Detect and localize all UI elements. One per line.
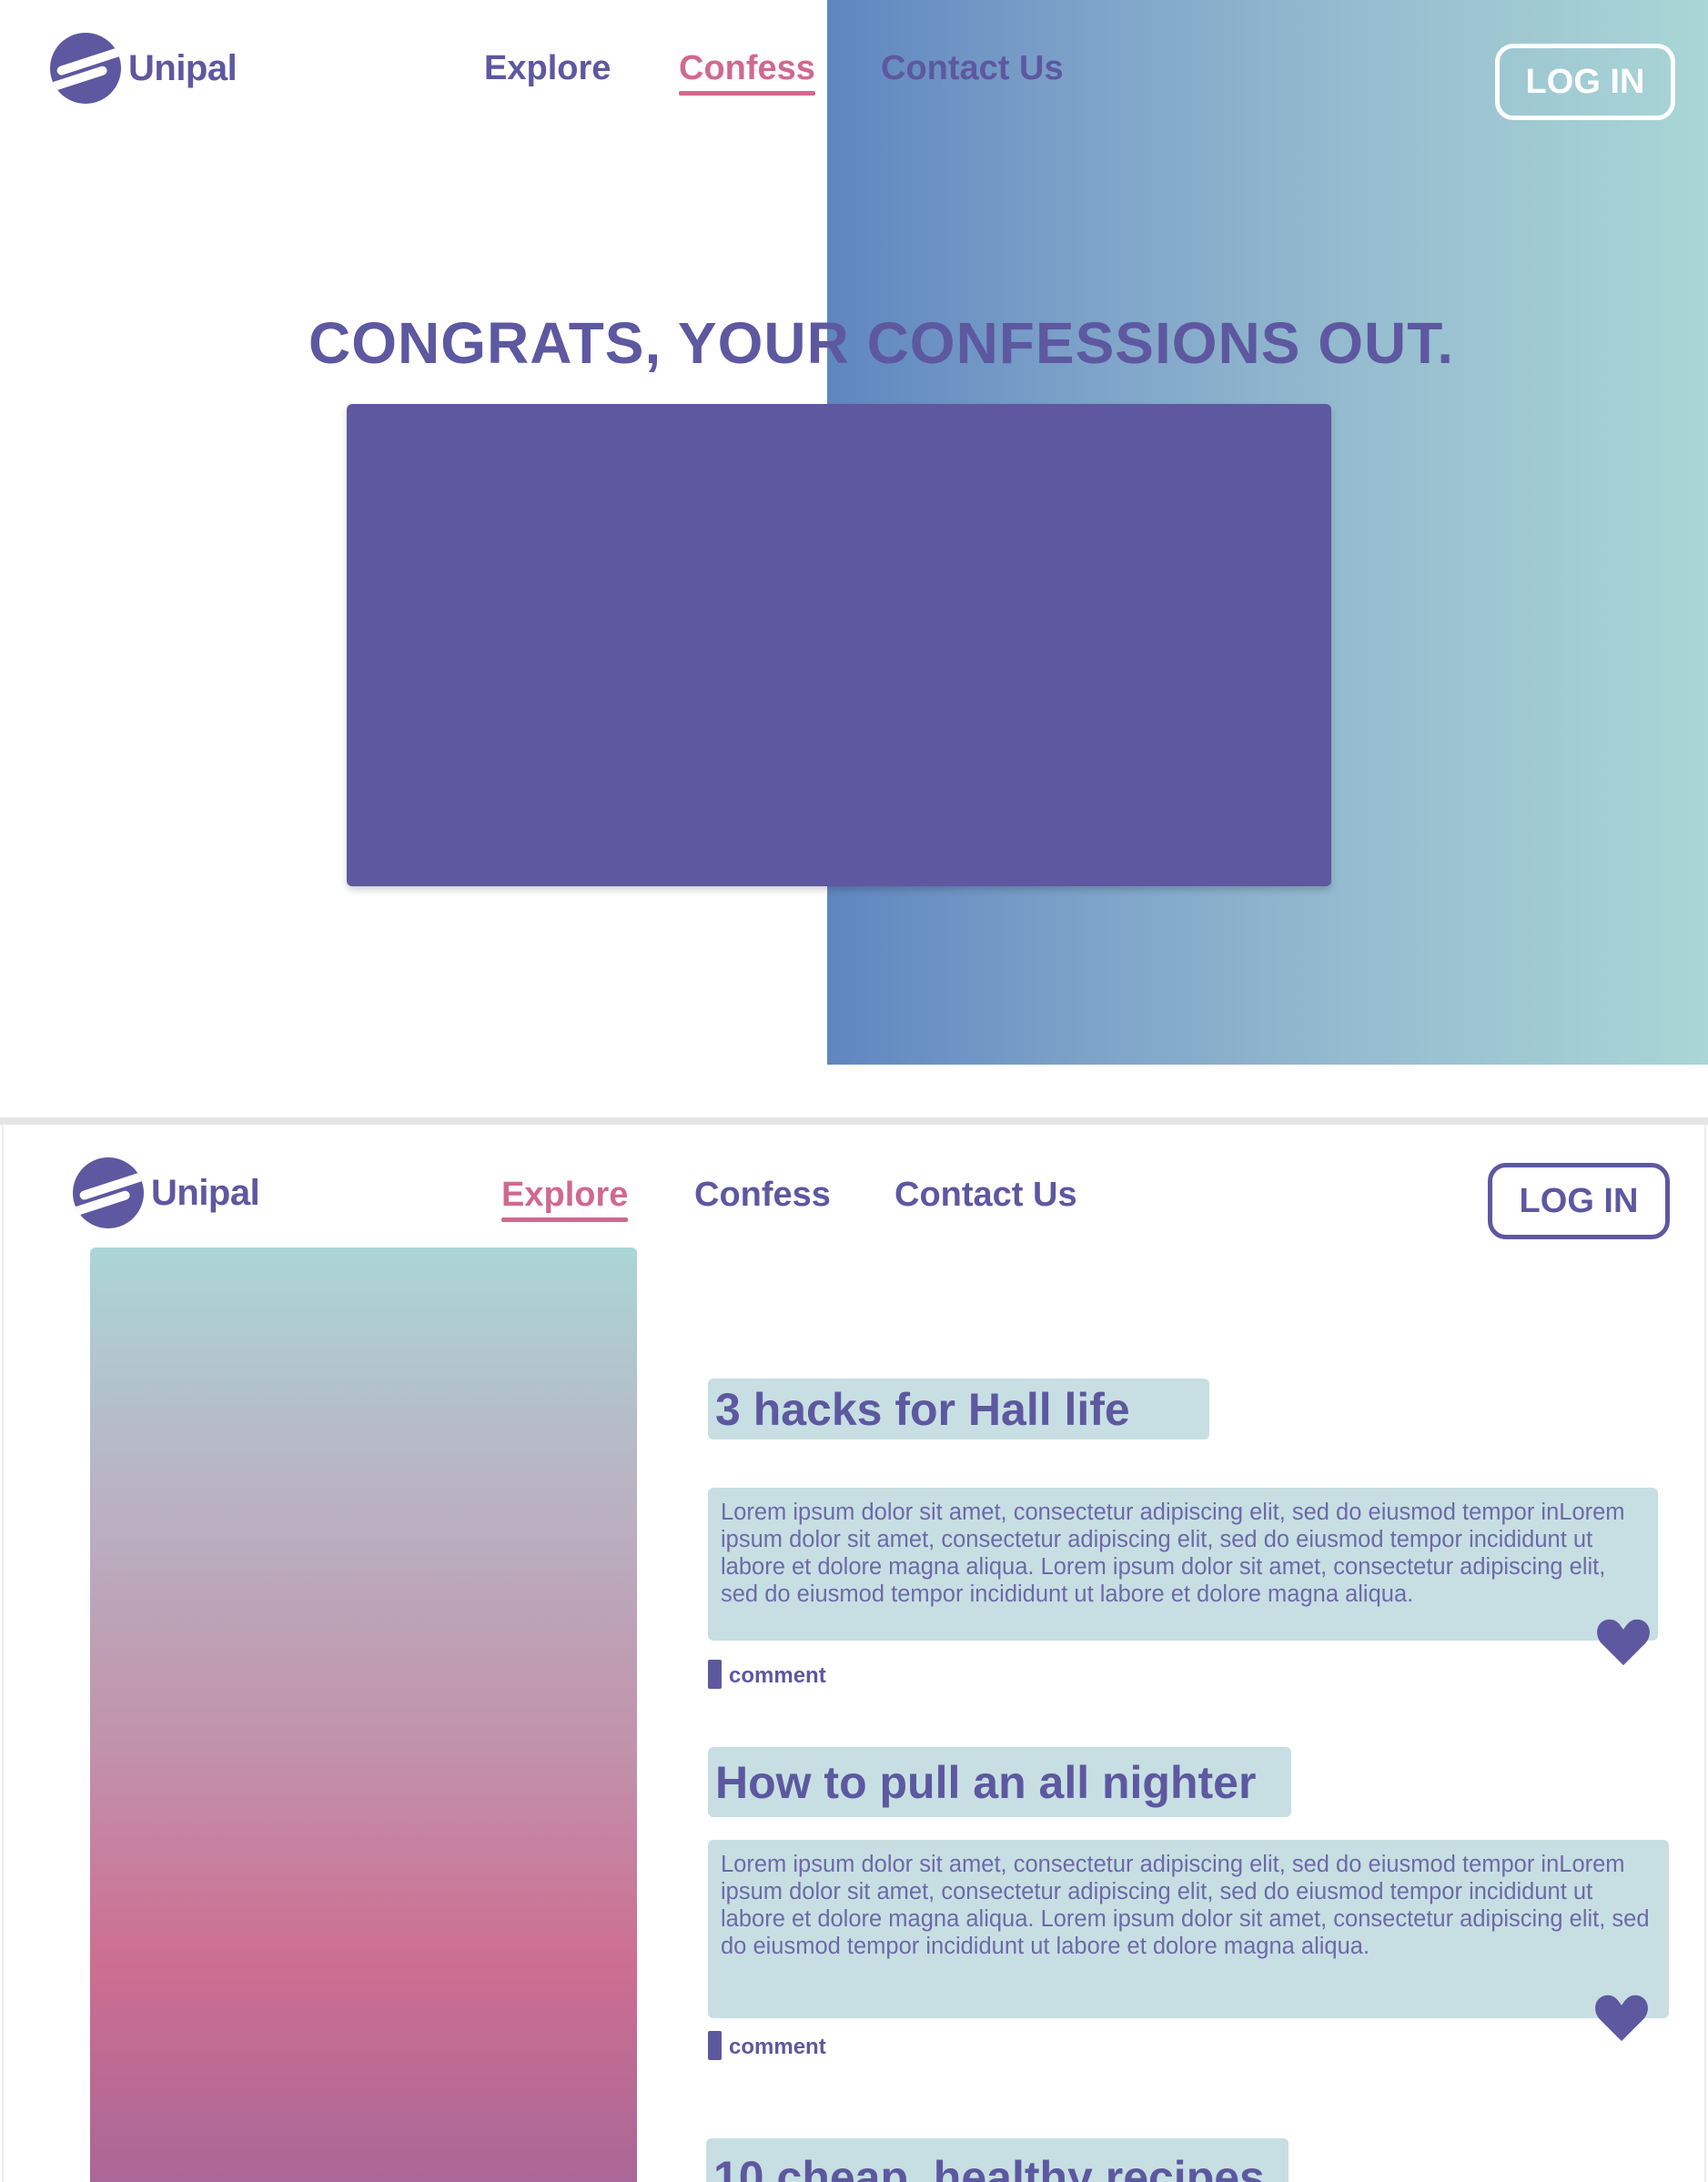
logo-text: Unipal — [128, 47, 238, 88]
logo-globe-icon — [50, 33, 121, 104]
comment-label: comment — [729, 2035, 826, 2059]
heart-icon[interactable] — [1596, 1616, 1651, 1667]
nav-explore[interactable]: Explore — [484, 49, 611, 88]
login-button[interactable]: LOG IN — [1495, 44, 1675, 120]
logo-globe-icon — [73, 1157, 144, 1228]
post-body: Lorem ipsum dolor sit amet, consectetur … — [708, 1488, 1658, 1641]
explore-screen: Unipal Explore Confess Contact Us LOG IN… — [2, 1125, 1706, 2182]
logo[interactable]: Unipal — [73, 1157, 260, 1228]
nav-confess[interactable]: Confess — [679, 49, 815, 96]
heart-icon[interactable] — [1594, 1992, 1649, 2043]
confession-card — [347, 404, 1331, 886]
comment-label: comment — [729, 1663, 826, 1688]
comment-bar-icon — [708, 1660, 722, 1689]
post-title[interactable]: 10 cheap, healthy recipes — [706, 2138, 1289, 2182]
post-body: Lorem ipsum dolor sit amet, consectetur … — [708, 1840, 1669, 2018]
post-title[interactable]: How to pull an all nighter — [708, 1747, 1291, 1817]
post-title[interactable]: 3 hacks for Hall life — [708, 1379, 1209, 1440]
nav-confess[interactable]: Confess — [694, 1176, 831, 1215]
featured-image-panel — [90, 1248, 637, 2182]
confess-success-screen: Unipal Explore Confess Contact Us LOG IN… — [0, 0, 1708, 1065]
nav-contact-us[interactable]: Contact Us — [881, 49, 1064, 88]
comment-button[interactable]: comment — [708, 2031, 826, 2060]
screen-divider — [0, 1117, 1708, 1125]
nav-contact-us[interactable]: Contact Us — [894, 1176, 1077, 1215]
page-title: CONGRATS, YOUR CONFESSIONS OUT. — [308, 310, 1454, 376]
logo[interactable]: Unipal — [50, 33, 238, 104]
nav-explore[interactable]: Explore — [501, 1176, 629, 1222]
login-button[interactable]: LOG IN — [1488, 1163, 1670, 1239]
logo-text: Unipal — [151, 1172, 260, 1213]
comment-bar-icon — [708, 2031, 722, 2060]
comment-button[interactable]: comment — [708, 1660, 826, 1689]
